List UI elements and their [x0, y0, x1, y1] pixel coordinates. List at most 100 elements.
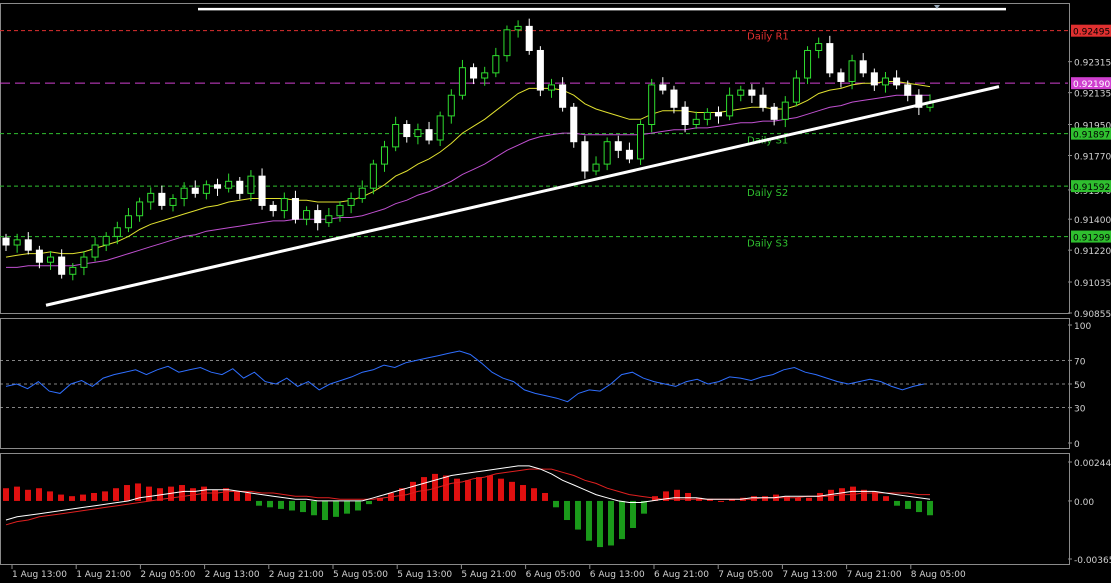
candle-body — [380, 146, 389, 165]
candle-body — [481, 72, 489, 79]
candle-body — [592, 163, 600, 172]
candle-body — [369, 163, 377, 189]
candle-body — [525, 25, 533, 51]
price-pane[interactable]: 0.923150.921350.919500.917700.915700.914… — [0, 3, 1111, 321]
rsi-axis-label: 50 — [1074, 381, 1086, 391]
candle-body — [692, 118, 700, 126]
level-label: Daily S2 — [747, 188, 788, 199]
macd-histogram-bar — [102, 491, 108, 501]
candle-body — [280, 198, 288, 212]
candle-body — [714, 111, 723, 117]
macd-histogram-bar — [3, 488, 9, 501]
macd-histogram-bar — [333, 500, 339, 517]
candle-body — [514, 25, 522, 31]
candle-body — [35, 249, 43, 263]
candle-body — [91, 244, 99, 258]
macd-histogram-bar — [520, 485, 526, 501]
candle-body — [670, 89, 678, 108]
candle-body — [625, 149, 633, 160]
candle-body — [759, 94, 767, 108]
candle-body — [414, 129, 422, 138]
time-axis-label: 1 Aug 21:00 — [76, 570, 131, 580]
candle-body — [848, 60, 856, 82]
macd-histogram-bar — [883, 496, 889, 501]
trading-chart[interactable]: 0.923150.921350.919500.917700.915700.914… — [0, 0, 1111, 583]
candle-body — [659, 84, 667, 91]
candle-body — [169, 198, 177, 206]
macd-histogram-bar — [14, 486, 20, 501]
candle-body — [804, 49, 812, 79]
macd-histogram-bar — [146, 486, 152, 501]
candle-body — [681, 106, 689, 126]
rsi-axis-label: 100 — [1074, 322, 1091, 332]
candle-body — [726, 94, 734, 117]
candle-body — [447, 94, 455, 117]
candle-body — [225, 180, 233, 189]
macd-histogram-bar — [300, 500, 306, 513]
macd-histogram-bar — [278, 500, 284, 509]
macd-histogram-bar — [355, 500, 361, 511]
macd-histogram-bar — [344, 500, 350, 514]
candle-body — [47, 256, 55, 263]
time-axis-label: 5 Aug 05:00 — [333, 570, 388, 580]
time-axis-label: 6 Aug 13:00 — [590, 570, 645, 580]
time-axis-label: 6 Aug 05:00 — [526, 570, 581, 580]
macd-histogram-bar — [916, 500, 922, 513]
price-axis-label: 0.91220 — [1074, 247, 1111, 257]
time-axis: 1 Aug 13:00 1 Aug 21:00 2 Aug 05:00 2 Aug 1… — [11, 565, 966, 580]
candle-body — [559, 84, 567, 108]
rsi-pane-border — [0, 318, 1070, 449]
candle-body — [69, 266, 77, 275]
macd-histogram-bar — [443, 475, 449, 501]
macd-pane[interactable]: 0.002448 0.00 -0.00365 — [0, 453, 1111, 567]
candle-body — [614, 141, 622, 151]
macd-histogram-bar — [619, 500, 625, 540]
price-axis-label: 0.91035 — [1074, 279, 1111, 289]
candle-body — [291, 198, 299, 220]
candle-body — [358, 187, 366, 200]
rsi-pane[interactable]: 100 70 50 30 0 — [0, 318, 1091, 451]
macd-histogram-bar — [179, 485, 185, 501]
macd-histogram-bar — [124, 485, 130, 501]
candle-body — [425, 129, 433, 141]
macd-histogram-bar — [421, 477, 427, 501]
candle-body — [637, 124, 645, 160]
candle-body — [837, 72, 845, 82]
rsi-axis-label: 30 — [1074, 405, 1086, 415]
level-price-text: 0.91592 — [1073, 183, 1110, 193]
time-axis-label: 2 Aug 21:00 — [269, 570, 324, 580]
macd-histogram-bar — [256, 500, 262, 506]
macd-histogram-bar — [597, 500, 603, 548]
price-axis-label: 0.91400 — [1074, 216, 1111, 226]
candle-body — [870, 72, 878, 86]
macd-histogram-bar — [542, 492, 548, 501]
macd-histogram-bar — [905, 500, 911, 509]
candle-body — [314, 210, 322, 224]
price-axis-label: 0.90855 — [1074, 310, 1111, 320]
rsi-axis-label: 70 — [1074, 357, 1086, 367]
candle-body — [781, 101, 789, 120]
macd-histogram-bar — [586, 500, 592, 541]
moving-average-purple — [6, 94, 930, 268]
macd-histogram-bar — [212, 489, 218, 501]
level-label: Daily S3 — [747, 239, 788, 250]
macd-histogram-bar — [476, 477, 482, 501]
candle-body — [581, 141, 589, 172]
candle-body — [102, 235, 110, 246]
candle-body — [503, 29, 511, 57]
moving-average-yellow — [5, 81, 931, 258]
macd-axis-label: -0.00365 — [1074, 556, 1111, 566]
time-axis-label: 2 Aug 05:00 — [140, 570, 195, 580]
candle-body — [213, 184, 222, 189]
macd-axis-label: 0.002448 — [1074, 459, 1111, 469]
candle-body — [603, 141, 611, 165]
candle-body — [770, 106, 778, 120]
candle-body — [403, 124, 411, 138]
level-price-text: 0.92190 — [1073, 80, 1110, 90]
candle-body — [13, 239, 21, 246]
candle-body — [124, 215, 132, 229]
macd-histogram-bar — [91, 492, 97, 501]
macd-histogram-bar — [817, 492, 823, 501]
macd-histogram-bar — [509, 481, 515, 501]
price-axis-label: 0.92135 — [1074, 90, 1111, 100]
